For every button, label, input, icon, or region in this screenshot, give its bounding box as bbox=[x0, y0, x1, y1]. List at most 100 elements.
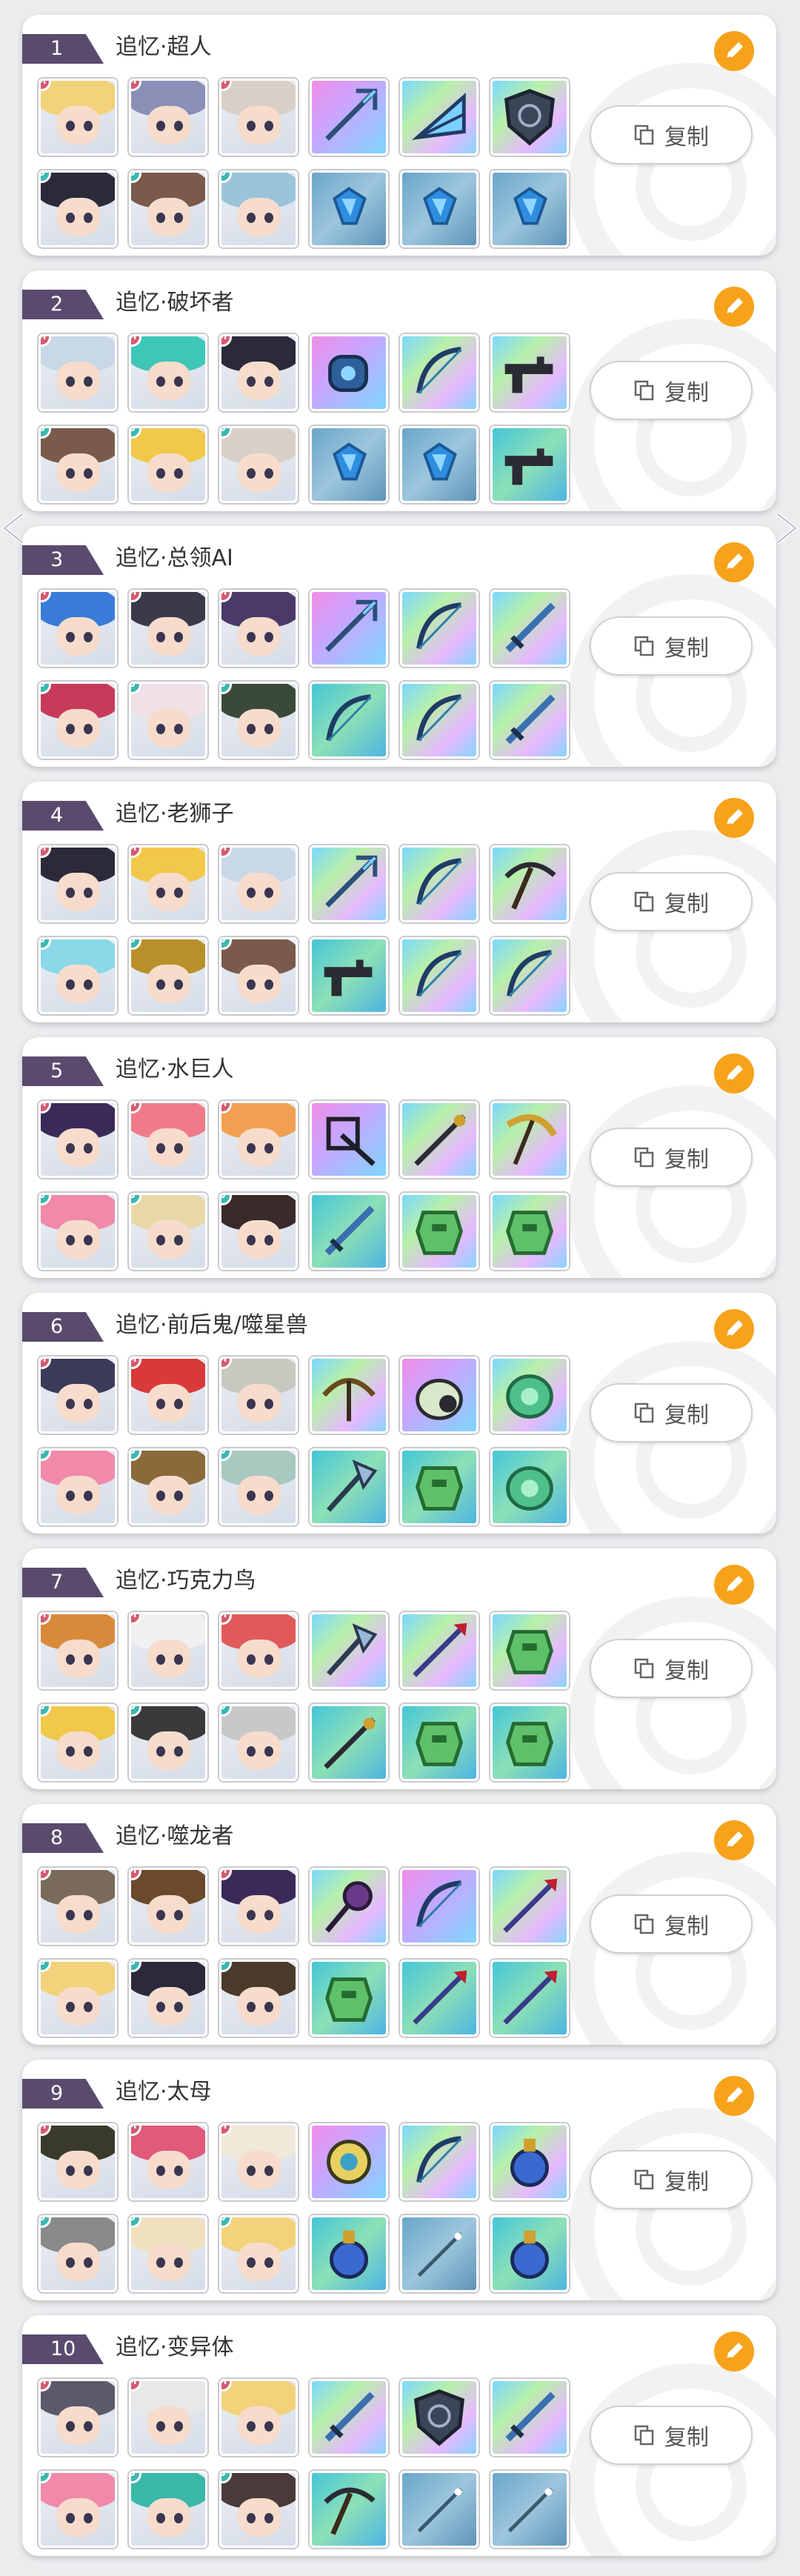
hero-portrait[interactable]: M bbox=[129, 1357, 207, 1434]
equipment-slot[interactable] bbox=[490, 1704, 569, 1781]
equipment-slot[interactable] bbox=[310, 1868, 388, 1945]
hero-portrait[interactable]: U bbox=[219, 426, 298, 503]
hero-portrait[interactable]: M bbox=[219, 2379, 298, 2456]
equipment-slot[interactable] bbox=[490, 1193, 569, 1270]
equipment-slot[interactable] bbox=[310, 1357, 388, 1434]
equipment-slot[interactable] bbox=[400, 845, 479, 922]
hero-portrait[interactable]: U bbox=[39, 2215, 117, 2292]
equipment-slot[interactable] bbox=[490, 79, 569, 156]
edit-button[interactable] bbox=[714, 287, 754, 327]
hero-portrait[interactable]: U bbox=[219, 1193, 298, 1270]
equipment-slot[interactable] bbox=[310, 170, 388, 247]
hero-portrait[interactable]: M bbox=[129, 590, 207, 667]
hero-portrait[interactable]: U bbox=[39, 682, 117, 759]
equipment-slot[interactable] bbox=[400, 2123, 479, 2200]
equipment-slot[interactable] bbox=[490, 1357, 569, 1434]
hero-portrait[interactable]: U bbox=[219, 1960, 298, 2037]
hero-portrait[interactable]: M bbox=[39, 334, 117, 411]
hero-portrait[interactable]: U bbox=[129, 2215, 207, 2292]
equipment-slot[interactable] bbox=[490, 426, 569, 503]
copy-button[interactable]: 复制 bbox=[590, 2406, 753, 2465]
hero-portrait[interactable]: M bbox=[219, 2123, 298, 2200]
equipment-slot[interactable] bbox=[400, 590, 479, 667]
hero-portrait[interactable]: M bbox=[39, 845, 117, 922]
hero-portrait[interactable]: M bbox=[39, 1101, 117, 1178]
equipment-slot[interactable] bbox=[490, 2379, 569, 2456]
hero-portrait[interactable]: U bbox=[219, 2471, 298, 2548]
chevron-right-icon[interactable] bbox=[775, 511, 800, 545]
hero-portrait[interactable]: U bbox=[129, 170, 207, 247]
hero-portrait[interactable]: M bbox=[219, 79, 298, 156]
hero-portrait[interactable]: M bbox=[129, 2123, 207, 2200]
equipment-slot[interactable] bbox=[490, 2123, 569, 2200]
equipment-slot[interactable] bbox=[310, 2471, 388, 2548]
hero-portrait[interactable]: U bbox=[129, 682, 207, 759]
hero-portrait[interactable]: M bbox=[39, 2123, 117, 2200]
equipment-slot[interactable] bbox=[310, 1960, 388, 2037]
hero-portrait[interactable]: M bbox=[39, 1868, 117, 1945]
equipment-slot[interactable] bbox=[400, 1612, 479, 1689]
hero-portrait[interactable]: U bbox=[39, 1704, 117, 1781]
copy-button[interactable]: 复制 bbox=[590, 872, 753, 931]
edit-button[interactable] bbox=[714, 2332, 754, 2372]
equipment-slot[interactable] bbox=[310, 2123, 388, 2200]
equipment-slot[interactable] bbox=[400, 682, 479, 759]
equipment-slot[interactable] bbox=[400, 334, 479, 411]
hero-portrait[interactable]: U bbox=[39, 426, 117, 503]
copy-button[interactable]: 复制 bbox=[590, 1383, 753, 1442]
hero-portrait[interactable]: M bbox=[129, 1868, 207, 1945]
hero-portrait[interactable]: M bbox=[129, 1101, 207, 1178]
hero-portrait[interactable]: M bbox=[39, 1357, 117, 1434]
equipment-slot[interactable] bbox=[310, 1101, 388, 1178]
hero-portrait[interactable]: U bbox=[129, 1704, 207, 1781]
equipment-slot[interactable] bbox=[310, 79, 388, 156]
equipment-slot[interactable] bbox=[310, 590, 388, 667]
hero-portrait[interactable]: U bbox=[39, 1193, 117, 1270]
hero-portrait[interactable]: M bbox=[39, 2379, 117, 2456]
equipment-slot[interactable] bbox=[310, 682, 388, 759]
equipment-slot[interactable] bbox=[400, 1193, 479, 1270]
hero-portrait[interactable]: U bbox=[219, 2215, 298, 2292]
edit-button[interactable] bbox=[714, 542, 754, 582]
edit-button[interactable] bbox=[714, 1309, 754, 1349]
equipment-slot[interactable] bbox=[310, 426, 388, 503]
chevron-left-icon[interactable] bbox=[0, 511, 25, 545]
equipment-slot[interactable] bbox=[400, 2215, 479, 2292]
equipment-slot[interactable] bbox=[490, 170, 569, 247]
hero-portrait[interactable]: M bbox=[219, 334, 298, 411]
equipment-slot[interactable] bbox=[400, 1960, 479, 2037]
equipment-slot[interactable] bbox=[490, 1101, 569, 1178]
edit-button[interactable] bbox=[714, 31, 754, 71]
hero-portrait[interactable]: U bbox=[39, 1960, 117, 2037]
hero-portrait[interactable]: M bbox=[219, 1101, 298, 1178]
equipment-slot[interactable] bbox=[490, 682, 569, 759]
hero-portrait[interactable]: U bbox=[39, 937, 117, 1014]
equipment-slot[interactable] bbox=[490, 1868, 569, 1945]
equipment-slot[interactable] bbox=[310, 845, 388, 922]
equipment-slot[interactable] bbox=[490, 1448, 569, 1525]
equipment-slot[interactable] bbox=[490, 1960, 569, 2037]
hero-portrait[interactable]: U bbox=[129, 1448, 207, 1525]
hero-portrait[interactable]: M bbox=[219, 1612, 298, 1689]
equipment-slot[interactable] bbox=[310, 334, 388, 411]
hero-portrait[interactable]: M bbox=[219, 1357, 298, 1434]
equipment-slot[interactable] bbox=[310, 1193, 388, 1270]
equipment-slot[interactable] bbox=[310, 2379, 388, 2456]
hero-portrait[interactable]: U bbox=[39, 170, 117, 247]
hero-portrait[interactable]: M bbox=[39, 590, 117, 667]
hero-portrait[interactable]: U bbox=[129, 1193, 207, 1270]
hero-portrait[interactable]: M bbox=[129, 334, 207, 411]
copy-button[interactable]: 复制 bbox=[590, 1894, 753, 1954]
equipment-slot[interactable] bbox=[400, 1704, 479, 1781]
equipment-slot[interactable] bbox=[490, 845, 569, 922]
equipment-slot[interactable] bbox=[310, 1448, 388, 1525]
hero-portrait[interactable]: M bbox=[129, 2379, 207, 2456]
hero-portrait[interactable]: U bbox=[129, 426, 207, 503]
copy-button[interactable]: 复制 bbox=[590, 361, 753, 420]
edit-button[interactable] bbox=[714, 798, 754, 838]
equipment-slot[interactable] bbox=[400, 170, 479, 247]
hero-portrait[interactable]: M bbox=[39, 1612, 117, 1689]
copy-button[interactable]: 复制 bbox=[590, 105, 753, 164]
equipment-slot[interactable] bbox=[400, 937, 479, 1014]
edit-button[interactable] bbox=[714, 1820, 754, 1860]
